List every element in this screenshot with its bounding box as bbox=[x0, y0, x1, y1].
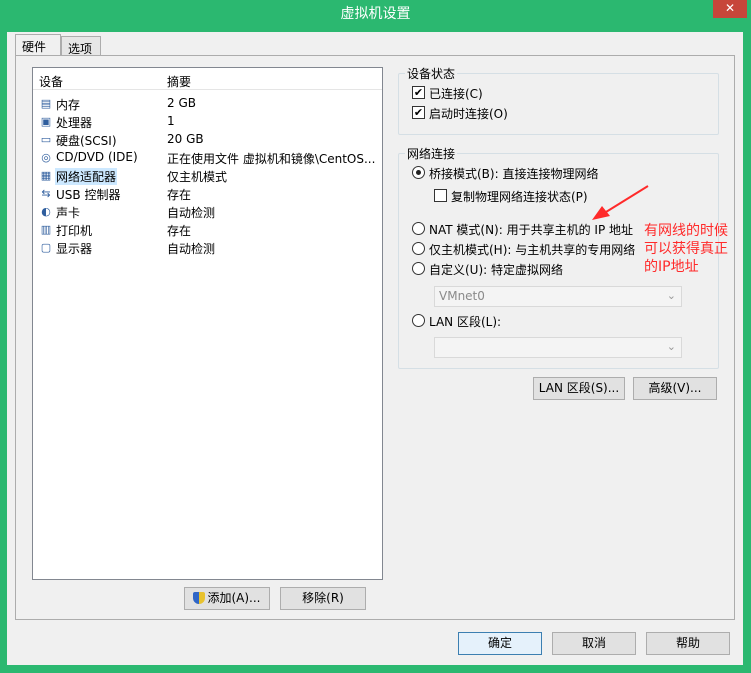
host-only-label[interactable]: 仅主机模式(H): 与主机共享的专用网络 bbox=[429, 241, 635, 258]
window-title: 虚拟机设置 bbox=[340, 6, 411, 22]
add-hardware-button[interactable]: 添加(A)... bbox=[184, 587, 270, 610]
add-label: 添加(A)... bbox=[207, 591, 261, 605]
custom-network-value: VMnet0 bbox=[439, 289, 485, 303]
device-label: 网络适配器 bbox=[55, 168, 118, 185]
device-label: CD/DVD (IDE) bbox=[56, 150, 138, 164]
bridged-label[interactable]: 桥接模式(B): 直接连接物理网络 bbox=[429, 165, 598, 182]
network-connection-title: 网络连接 bbox=[405, 145, 458, 162]
device-status-title: 设备状态 bbox=[405, 65, 458, 82]
device-list[interactable]: 设备 摘要 ▤ 内存 2 GB ▣ 处理器 1 ▭ 硬盘(SCSI) 20 GB ◎ CD/DVD … bbox=[32, 67, 383, 580]
dialog-client: 硬件 选项 设备 摘要 ▤ 内存 2 GB ▣ 处理器 1 ▭ 硬盘(SCSI) 20 GB ◎ C… bbox=[7, 32, 743, 665]
device-summary: 正在使用文件 虚拟机和镜像\CentOS... bbox=[167, 152, 376, 166]
hardware-panel: 设备 摘要 ▤ 内存 2 GB ▣ 处理器 1 ▭ 硬盘(SCSI) 20 GB ◎ CD/DVD … bbox=[15, 55, 735, 620]
replicate-state-checkbox[interactable] bbox=[434, 189, 447, 202]
device-row[interactable]: ◐ 声卡 自动检测 bbox=[33, 203, 382, 221]
device-row[interactable]: ◎ CD/DVD (IDE) 正在使用文件 虚拟机和镜像\CentOS... bbox=[33, 149, 382, 167]
tab-hardware[interactable]: 硬件 bbox=[15, 34, 61, 56]
chevron-down-icon: ⌄ bbox=[666, 289, 676, 302]
help-button[interactable]: 帮助 bbox=[646, 632, 730, 655]
memory-icon: ▤ bbox=[40, 97, 52, 110]
device-row[interactable]: ▣ 处理器 1 bbox=[33, 113, 382, 131]
device-row[interactable]: ▤ 内存 2 GB bbox=[33, 95, 382, 113]
device-label: 显示器 bbox=[56, 242, 93, 256]
connected-checkbox[interactable]: ✔ bbox=[412, 86, 425, 99]
bridged-radio[interactable] bbox=[412, 166, 425, 179]
device-summary: 存在 bbox=[167, 224, 192, 238]
device-row[interactable]: ▢ 显示器 自动检测 bbox=[33, 239, 382, 257]
title-bar[interactable]: 虚拟机设置 ✕ bbox=[0, 0, 751, 24]
close-button[interactable]: ✕ bbox=[713, 0, 747, 18]
device-status-group: 设备状态 ✔ 已连接(C) ✔ 启动时连接(O) bbox=[398, 65, 719, 135]
usb-icon: ⇆ bbox=[41, 187, 51, 200]
device-summary: 1 bbox=[167, 114, 175, 128]
sound-card-icon: ◐ bbox=[41, 205, 51, 218]
device-row[interactable]: ⇆ USB 控制器 存在 bbox=[33, 185, 382, 203]
custom-network-select[interactable]: VMnet0 ⌄ bbox=[434, 286, 682, 307]
display-icon: ▢ bbox=[40, 241, 52, 254]
device-label: 声卡 bbox=[56, 206, 81, 220]
device-row[interactable]: ▦ 网络适配器 仅主机模式 bbox=[33, 167, 382, 185]
list-header: 设备 摘要 bbox=[33, 68, 382, 90]
advanced-button[interactable]: 高级(V)... bbox=[633, 377, 717, 400]
annotation-arrow-icon bbox=[592, 185, 649, 220]
device-summary: 2 GB bbox=[167, 96, 196, 110]
device-label: 内存 bbox=[56, 98, 81, 112]
chevron-down-icon: ⌄ bbox=[666, 340, 676, 353]
device-row[interactable]: ▥ 打印机 存在 bbox=[33, 221, 382, 239]
cancel-button[interactable]: 取消 bbox=[552, 632, 636, 655]
device-label: 硬盘(SCSI) bbox=[56, 134, 117, 148]
connected-label[interactable]: 已连接(C) bbox=[429, 85, 483, 102]
lan-segment-label[interactable]: LAN 区段(L): bbox=[429, 313, 501, 330]
ok-button[interactable]: 确定 bbox=[458, 632, 542, 655]
processor-icon: ▣ bbox=[40, 115, 52, 128]
annotation-line: 有网线的时候 bbox=[644, 223, 728, 239]
device-summary: 仅主机模式 bbox=[167, 170, 228, 184]
network-adapter-icon: ▦ bbox=[40, 169, 52, 182]
device-summary: 自动检测 bbox=[167, 206, 216, 220]
connect-at-power-on-checkbox[interactable]: ✔ bbox=[412, 106, 425, 119]
lan-segment-radio[interactable] bbox=[412, 314, 425, 327]
column-header-device[interactable]: 设备 bbox=[39, 73, 63, 90]
device-row[interactable]: ▭ 硬盘(SCSI) 20 GB bbox=[33, 131, 382, 149]
annotation-line: 的IP地址 bbox=[644, 259, 699, 275]
column-header-summary[interactable]: 摘要 bbox=[167, 73, 191, 90]
custom-label[interactable]: 自定义(U): 特定虚拟网络 bbox=[429, 261, 563, 278]
device-summary: 自动检测 bbox=[167, 242, 216, 256]
vm-settings-window: 虚拟机设置 ✕ 硬件 选项 设备 摘要 ▤ 内存 2 GB ▣ 处理器 1 ▭ 硬盘(SCSI… bbox=[0, 0, 751, 673]
annotation-line: 可以获得真正 bbox=[644, 241, 728, 257]
nat-radio[interactable] bbox=[412, 222, 425, 235]
device-summary: 存在 bbox=[167, 188, 192, 202]
device-label: USB 控制器 bbox=[56, 188, 121, 202]
host-only-radio[interactable] bbox=[412, 242, 425, 255]
tab-options[interactable]: 选项 bbox=[61, 36, 101, 56]
lan-segment-select[interactable]: ⌄ bbox=[434, 337, 682, 358]
device-summary: 20 GB bbox=[167, 132, 204, 146]
device-label: 处理器 bbox=[56, 116, 93, 130]
lan-segments-button[interactable]: LAN 区段(S)... bbox=[533, 377, 625, 400]
hard-disk-icon: ▭ bbox=[40, 133, 52, 146]
cd-dvd-icon: ◎ bbox=[41, 151, 51, 164]
connect-at-power-on-label[interactable]: 启动时连接(O) bbox=[429, 105, 508, 122]
printer-icon: ▥ bbox=[40, 223, 52, 236]
shield-icon bbox=[193, 592, 206, 604]
custom-radio[interactable] bbox=[412, 262, 425, 275]
remove-hardware-button[interactable]: 移除(R) bbox=[280, 587, 366, 610]
replicate-state-label[interactable]: 复制物理网络连接状态(P) bbox=[451, 188, 588, 205]
annotation-text: 有网线的时候 可以获得真正 的IP地址 bbox=[644, 222, 728, 276]
device-label: 打印机 bbox=[56, 224, 93, 238]
